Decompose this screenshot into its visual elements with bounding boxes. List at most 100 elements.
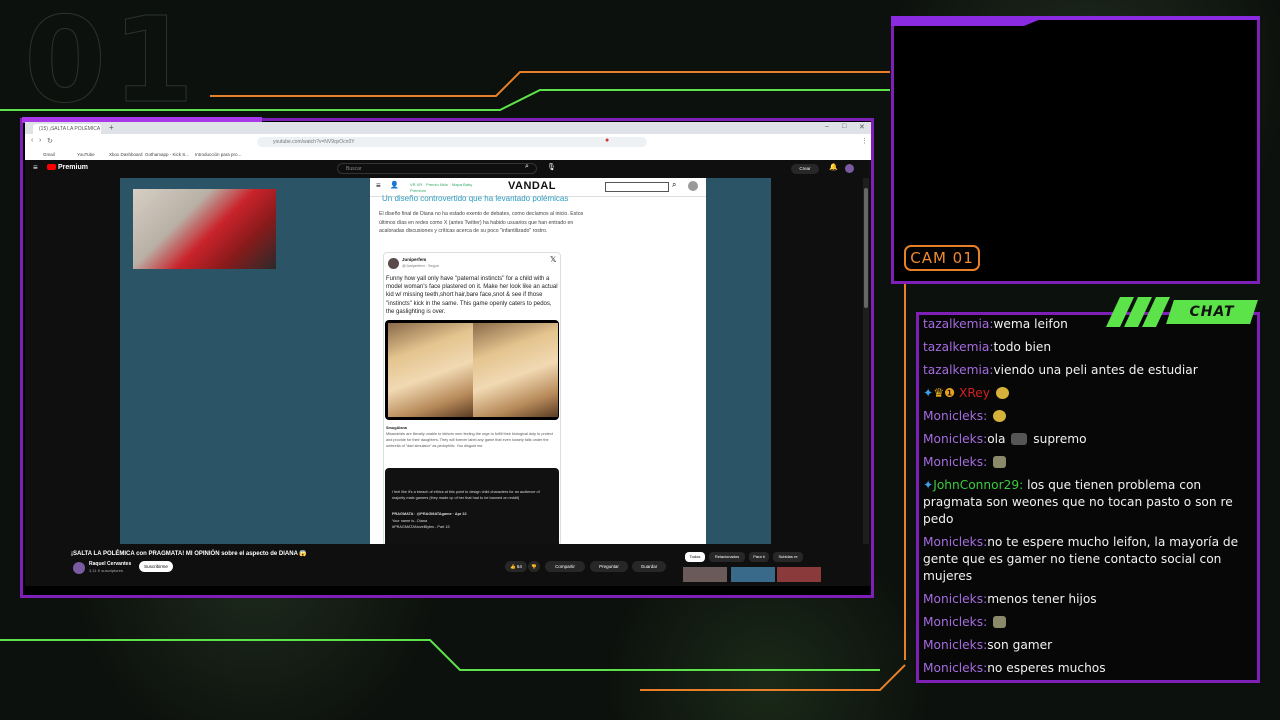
chip-uploads[interactable]: Subidas re — [773, 552, 803, 562]
channel-avatar[interactable] — [73, 562, 85, 574]
scrollbar[interactable] — [863, 178, 869, 586]
chat-messages: tazalkemia:wema leifon tazalkemia:todo b… — [923, 316, 1243, 683]
vandal-article: ≡ 👤 VR XR Premio Nido Mapa Baby Premium … — [370, 178, 706, 546]
tweet-image — [388, 323, 473, 417]
chat-message: Monicleks: — [923, 614, 1243, 631]
vandal-menu-item[interactable]: Premio Nido — [426, 182, 448, 187]
emote-icon — [995, 387, 1009, 399]
chat-message: Monicleks: — [923, 408, 1243, 425]
cam-label: CAM 01 — [904, 245, 980, 271]
video-thumbnail[interactable] — [777, 567, 821, 582]
tweet-avatar — [388, 258, 399, 269]
chat-message: Monicleks:no esperes muchos — [923, 661, 1106, 675]
chat-message: Monicleks:no te espere mucho leifon, la … — [923, 535, 1239, 583]
back-icon[interactable]: ‹ — [31, 137, 33, 144]
chat-message: tazalkemia:wema leifon — [923, 317, 1068, 331]
search-input[interactable]: Buscar — [337, 163, 537, 174]
vandal-menu-item[interactable]: VR XR — [410, 182, 422, 187]
share-button[interactable]: Compartir — [545, 561, 585, 572]
like-button[interactable]: 👍 64 — [505, 561, 527, 572]
dark-tweet-text: I feel like it's a breach of ethics at t… — [392, 490, 540, 500]
user-icon[interactable]: 👤 — [390, 181, 399, 189]
hamburger-icon[interactable]: ≡ — [33, 163, 38, 172]
chat-message: ✦♛❶ XRey — [923, 385, 1243, 402]
x-logo-icon[interactable]: 𝕏 — [550, 255, 556, 264]
forward-icon[interactable]: › — [39, 137, 41, 144]
emote-icon — [993, 616, 1007, 628]
chip-related[interactable]: Relacionados — [709, 552, 745, 562]
chat-message: Monicleks:ola supremo — [923, 432, 1087, 446]
maximize-icon[interactable]: □ — [842, 123, 846, 130]
url-input[interactable]: youtube.com/watch?v=NV9qvOcn0Y — [257, 137, 647, 147]
vandal-menu-item[interactable]: Mapa Baby — [452, 182, 472, 187]
camera-box — [891, 17, 1260, 284]
tweet-images[interactable] — [385, 320, 559, 420]
emote-icon — [993, 410, 1007, 422]
sword-icon: ✦ — [923, 386, 934, 400]
tweet-image — [473, 323, 558, 417]
chat-message: Monicleks:son gamer — [923, 638, 1053, 652]
chat-message: tazalkemia:viendo una peli antes de estu… — [923, 363, 1198, 377]
youtube-page: ≡ Premium Buscar ⌕ 🎙 Crear 🔔 ≡ 👤 VR XR P… — [25, 160, 871, 586]
browser-tab[interactable]: (15) ¡SALTA LA POLÉMICA c... — [33, 124, 101, 134]
emote-icon — [993, 456, 1007, 468]
youtube-header: ≡ Premium Buscar ⌕ 🎙 Crear 🔔 — [25, 160, 871, 178]
bookmark-item[interactable]: Xbox Dashboard — [109, 152, 143, 157]
dark-tweet-sub: PRAGMATA · @PRAGMATAgame · Apr 22 — [392, 512, 467, 516]
article-heading: Un diseño controvertido que ha levantado… — [382, 194, 569, 203]
minimize-icon[interactable]: – — [825, 123, 829, 130]
reload-icon[interactable]: ↻ — [47, 137, 53, 145]
chat-message: ✦JohnConnor29: los que tienen problema c… — [923, 478, 1233, 526]
video-title: ¡SALTA LA POLÉMICA con PRAGMATA! MI OPIN… — [71, 551, 307, 557]
tweet-text: Funny how yall only have "paternal insti… — [386, 276, 558, 315]
video-info: ¡SALTA LA POLÉMICA con PRAGMATA! MI OPIN… — [25, 544, 871, 586]
badge-icon: ❶ — [944, 386, 956, 400]
vandal-menu-item[interactable]: Premium — [410, 188, 426, 193]
channel-subs: 3,11 K suscriptores — [89, 568, 123, 573]
bookmark-item[interactable]: YouTube — [77, 152, 95, 157]
bookmark-item[interactable]: Introducción para pro... — [195, 152, 241, 157]
new-tab-icon[interactable]: + — [109, 123, 114, 132]
search-icon[interactable]: ⌕ — [525, 163, 529, 171]
extension-icon[interactable]: ● — [605, 137, 609, 144]
chip-for-you[interactable]: Para ti — [749, 552, 769, 562]
chat-message: Monicleks:menos tener hijos — [923, 592, 1097, 606]
video-player[interactable]: ≡ 👤 VR XR Premio Nido Mapa Baby Premium … — [120, 178, 854, 546]
subscribe-button[interactable]: Suscribirme — [139, 561, 173, 572]
emote-icon — [1011, 433, 1028, 445]
dark-tweet-sub: #PRAGMATANovelBytes - Part 15 — [392, 525, 450, 529]
mic-icon[interactable]: 🎙 — [547, 163, 556, 171]
article-body: El diseño final de Diana no ha estado ex… — [379, 211, 584, 235]
youtube-logo[interactable]: Premium — [47, 164, 88, 171]
streamer-cam — [133, 189, 276, 269]
save-button[interactable]: Guardar — [632, 561, 666, 572]
dislike-button[interactable]: 👎 — [528, 561, 540, 572]
tab-bar: (15) ¡SALTA LA POLÉMICA c... + – □ ✕ — [25, 122, 871, 134]
chip-all[interactable]: Todos — [685, 552, 705, 562]
avatar[interactable] — [845, 164, 854, 173]
video-thumbnail[interactable] — [683, 567, 727, 582]
settings-icon[interactable] — [688, 181, 698, 191]
video-thumbnail[interactable] — [731, 567, 775, 582]
create-button[interactable]: Crear — [791, 164, 819, 174]
menu-icon[interactable]: ⋮ — [861, 137, 868, 145]
bell-icon[interactable]: 🔔 — [829, 163, 838, 171]
address-bar: ‹ › ↻ youtube.com/watch?v=NV9qvOcn0Y ● ⋮ — [25, 134, 871, 151]
embedded-tweet: Juniperfem @Juniperfem · Seguir 𝕏 Funny … — [383, 252, 561, 546]
vandal-search-input[interactable] — [605, 182, 669, 192]
tweet-user[interactable]: Juniperfem — [402, 257, 426, 262]
bookmark-item[interactable]: Gothamapp - Kick S... — [145, 152, 189, 157]
bookmark-item[interactable]: Gmail — [43, 152, 55, 157]
chat-message: tazalkemia:todo bien — [923, 340, 1052, 354]
quote-text: Misandrists are literally unable to fath… — [386, 432, 553, 448]
crown-icon: ♛ — [933, 386, 945, 400]
close-icon[interactable]: ✕ — [859, 123, 865, 131]
dark-tweet: I feel like it's a breach of ethics at t… — [385, 468, 559, 545]
tweet-handle[interactable]: @Juniperfem · Seguir — [402, 264, 439, 268]
ask-button[interactable]: Preguntar — [590, 561, 628, 572]
vandal-logo[interactable]: VANDAL — [508, 180, 556, 192]
search-icon[interactable]: ⌕ — [672, 180, 676, 190]
channel-name[interactable]: Raquel Cervantes — [89, 561, 131, 567]
dark-tweet-sub: Your name is...Diana — [392, 519, 428, 523]
hamburger-icon[interactable]: ≡ — [376, 181, 381, 190]
